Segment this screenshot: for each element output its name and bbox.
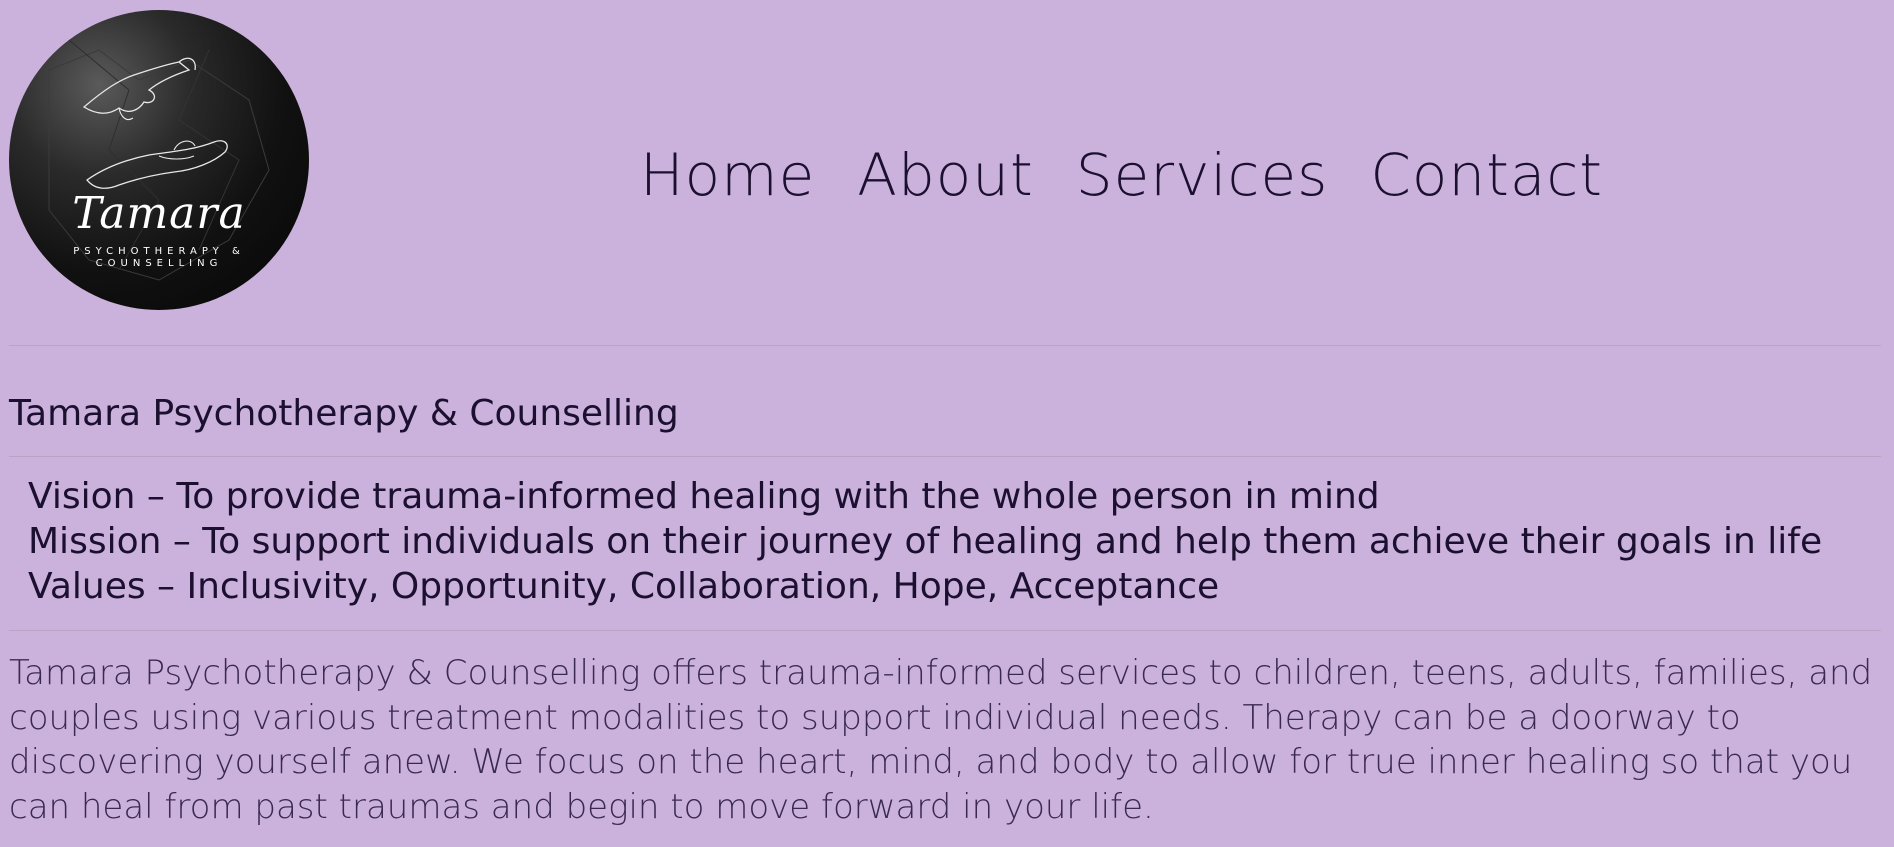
logo[interactable]: Tamara PSYCHOTHERAPY & COUNSELLING [9,10,309,310]
statement-list: Vision – To provide trauma-informed heal… [28,474,1822,609]
nav-services-link[interactable]: Services [1076,140,1329,210]
vision-statement: Vision – To provide trauma-informed heal… [28,476,1380,517]
logo-subtitle-line2: COUNSELLING [95,258,223,269]
logo-subtitle-line1: PSYCHOTHERAPY & [73,246,245,257]
mission-statement: Mission – To support individuals on thei… [28,521,1823,562]
main-nav: Home About Services Contact [640,140,1603,210]
divider-title [9,456,1881,457]
divider-header [9,345,1881,346]
page-title: Tamara Psychotherapy & Counselling [9,393,679,434]
site-header: Tamara PSYCHOTHERAPY & COUNSELLING Home … [0,0,1894,345]
values-statement: Values – Inclusivity, Opportunity, Colla… [28,566,1220,607]
intro-paragraph: Tamara Psychotherapy & Counselling offer… [9,653,1873,827]
divider-statements [9,630,1881,631]
nav-home-link[interactable]: Home [640,140,815,210]
nav-contact-link[interactable]: Contact [1370,140,1603,210]
nav-about-link[interactable]: About [857,140,1033,210]
logo-subtitle: PSYCHOTHERAPY & COUNSELLING [9,246,309,270]
logo-script-text: Tamara [72,188,246,239]
